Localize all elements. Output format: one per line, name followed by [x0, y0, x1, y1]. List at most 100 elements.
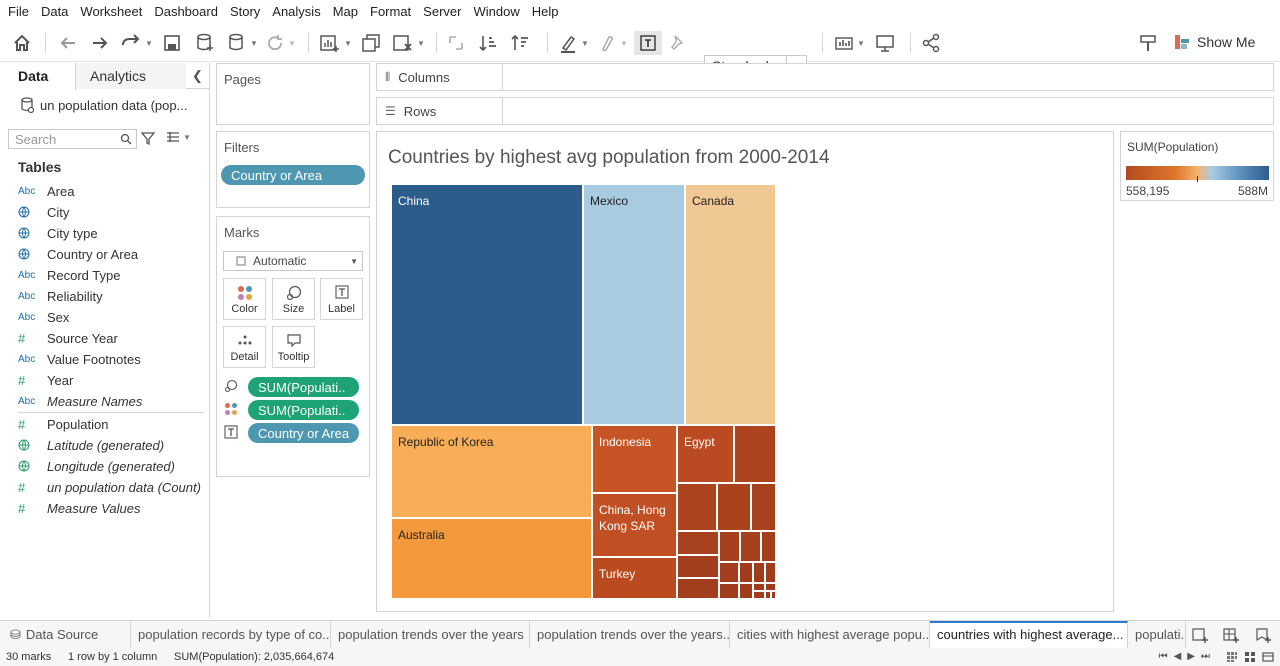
presentation-mode-icon[interactable]: [875, 31, 895, 55]
new-dashboard-icon[interactable]: [1222, 626, 1240, 644]
search-input[interactable]: Search: [8, 129, 137, 149]
menu-worksheet[interactable]: Worksheet: [74, 0, 148, 24]
clear-sheet-icon[interactable]: ▼: [392, 31, 425, 55]
next-sheet-icon[interactable]: ▶: [1187, 651, 1195, 662]
sheet-tab[interactable]: cities with highest average popu...: [730, 621, 930, 648]
show-me-button[interactable]: Show Me: [1174, 31, 1255, 53]
label-button[interactable]: Label: [320, 278, 363, 320]
treemap-tile[interactable]: [739, 562, 753, 583]
color-pill[interactable]: SUM(Populati..: [248, 400, 359, 420]
show-cards-icon[interactable]: ▼: [834, 31, 865, 55]
save-icon[interactable]: [163, 31, 181, 55]
treemap-tile[interactable]: [740, 531, 761, 562]
pause-datasource-icon[interactable]: ▼: [227, 31, 258, 55]
field-value-footnotes[interactable]: Abc Value Footnotes: [18, 349, 141, 369]
fix-axes-pin-icon[interactable]: [668, 31, 686, 55]
prev-sheet-icon[interactable]: ◀: [1174, 651, 1182, 662]
format-painter-icon[interactable]: [1138, 31, 1158, 55]
sheet-tab-active[interactable]: countries with highest average...: [930, 621, 1128, 648]
sheet-tab[interactable]: population trends over the years...: [530, 621, 730, 648]
highlight-icon[interactable]: ▼: [558, 31, 589, 55]
new-story-icon[interactable]: [1254, 626, 1272, 644]
treemap-tile[interactable]: [771, 591, 776, 599]
new-worksheet-icon[interactable]: [1191, 626, 1209, 644]
forward-icon[interactable]: [90, 31, 110, 55]
filter-pill[interactable]: Country or Area: [221, 165, 365, 185]
treemap-tile[interactable]: Republic of Korea: [391, 425, 592, 518]
treemap[interactable]: China Mexico Canada Republic of Korea Au…: [391, 184, 776, 599]
duplicate-sheet-icon[interactable]: [361, 31, 381, 55]
columns-shelf[interactable]: ⦀ Columns: [376, 63, 1274, 91]
color-button[interactable]: Color: [223, 278, 266, 320]
first-sheet-icon[interactable]: ⏮: [1159, 651, 1168, 662]
treemap-tile[interactable]: [739, 583, 753, 599]
swap-rows-columns-icon[interactable]: [446, 31, 466, 55]
treemap-tile[interactable]: Indonesia: [592, 425, 677, 493]
treemap-tile[interactable]: [765, 583, 776, 591]
treemap-tile[interactable]: [719, 583, 739, 599]
treemap-tile[interactable]: [753, 583, 765, 591]
rows-shelf[interactable]: ☰ Rows: [376, 97, 1274, 125]
group-members-icon[interactable]: ▼: [597, 31, 628, 55]
treemap-tile[interactable]: [677, 483, 717, 531]
sheet-tab[interactable]: population records by type of co...: [131, 621, 331, 648]
treemap-tile[interactable]: Canada: [685, 184, 776, 425]
treemap-tile[interactable]: [717, 483, 751, 531]
field-population[interactable]: # Population: [18, 414, 108, 434]
sort-ascending-icon[interactable]: [478, 31, 500, 55]
field-city[interactable]: City: [18, 202, 69, 222]
menu-data[interactable]: Data: [35, 0, 74, 24]
size-pill[interactable]: SUM(Populati..: [248, 377, 359, 397]
tab-analytics[interactable]: Analytics: [76, 63, 186, 89]
field-latitude-generated[interactable]: Latitude (generated): [18, 435, 164, 455]
field-sex[interactable]: Abc Sex: [18, 307, 69, 327]
tab-data-source[interactable]: ⛁ Data Source: [0, 621, 131, 648]
treemap-tile[interactable]: [753, 562, 765, 583]
treemap-tile[interactable]: Turkey: [592, 557, 677, 599]
tab-data[interactable]: Data: [0, 63, 76, 90]
menu-story[interactable]: Story: [224, 0, 266, 24]
new-datasource-icon[interactable]: [195, 31, 215, 55]
treemap-tile[interactable]: [753, 591, 765, 599]
field-area[interactable]: Abc Area: [18, 181, 74, 201]
label-pill[interactable]: Country or Area: [248, 423, 359, 443]
treemap-tile[interactable]: [765, 562, 776, 583]
refresh-icon[interactable]: ▼: [265, 31, 296, 55]
treemap-tile[interactable]: Australia: [391, 518, 592, 599]
treemap-tile[interactable]: [761, 531, 776, 562]
last-sheet-icon[interactable]: ⏭: [1201, 651, 1210, 662]
size-button[interactable]: Size: [272, 278, 315, 320]
treemap-tile[interactable]: [677, 555, 719, 578]
field-measure-names[interactable]: Abc Measure Names: [18, 391, 142, 411]
field-city-type[interactable]: City type: [18, 223, 98, 243]
treemap-tile[interactable]: China, Hong Kong SAR: [592, 493, 677, 557]
treemap-tile[interactable]: China: [391, 184, 583, 425]
menu-format[interactable]: Format: [364, 0, 417, 24]
share-icon[interactable]: [921, 31, 941, 55]
field-source-year[interactable]: # Source Year: [18, 328, 118, 348]
mark-type-select[interactable]: Automatic ▼: [223, 251, 363, 271]
color-legend[interactable]: SUM(Population) 558,195 588M: [1120, 131, 1274, 201]
viz-area[interactable]: Countries by highest avg population from…: [376, 131, 1114, 612]
field-un-population-data-count[interactable]: # un population data (Count): [18, 477, 201, 497]
detail-button[interactable]: Detail: [223, 326, 266, 368]
menu-window[interactable]: Window: [467, 0, 525, 24]
filmstrip-view-icon[interactable]: [1226, 651, 1238, 663]
menu-map[interactable]: Map: [327, 0, 364, 24]
menu-dashboard[interactable]: Dashboard: [148, 0, 224, 24]
menu-analysis[interactable]: Analysis: [266, 0, 326, 24]
filter-icon[interactable]: [141, 131, 155, 145]
treemap-tile[interactable]: Mexico: [583, 184, 685, 425]
tabs-view-icon[interactable]: [1262, 651, 1274, 663]
home-icon[interactable]: [12, 31, 32, 55]
field-measure-values[interactable]: # Measure Values: [18, 498, 140, 518]
field-reliability[interactable]: Abc Reliability: [18, 286, 103, 306]
field-country-or-area[interactable]: Country or Area: [18, 244, 138, 264]
treemap-tile[interactable]: [677, 578, 719, 599]
treemap-tile[interactable]: [719, 562, 739, 583]
treemap-tile[interactable]: [751, 483, 776, 531]
treemap-tile[interactable]: [734, 425, 776, 483]
filters-card[interactable]: Filters Country or Area: [216, 131, 370, 208]
pages-card[interactable]: Pages: [216, 63, 370, 125]
show-mark-labels-icon[interactable]: [634, 31, 662, 55]
